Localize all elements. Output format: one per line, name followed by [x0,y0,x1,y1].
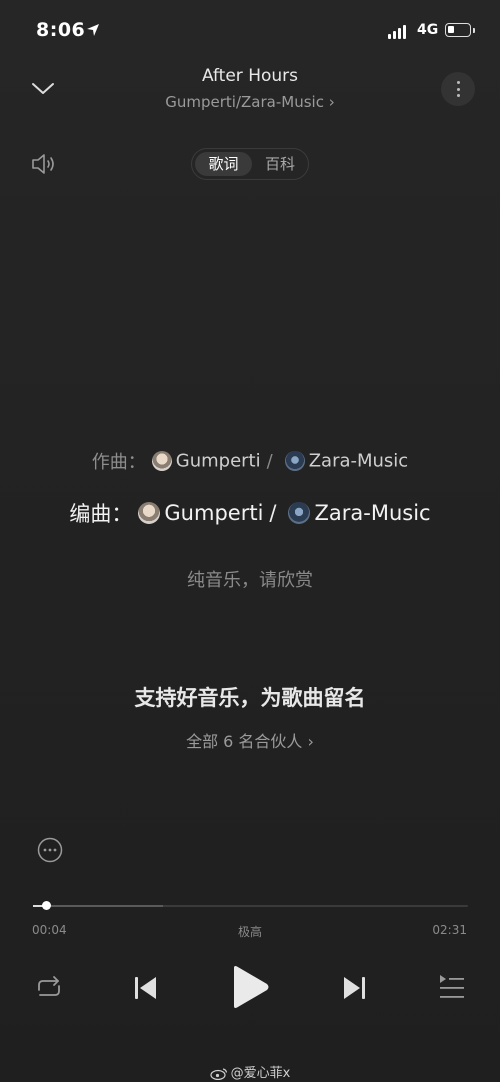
playlist-icon[interactable] [438,973,466,1003]
artist-chevron-icon: › [328,93,335,111]
status-bar: 8:06 4G [0,0,500,64]
weibo-icon [210,1068,227,1080]
player-header: After Hours Gumperti/Zara-Music › [0,60,500,120]
tab-lyrics[interactable]: 歌词 [195,152,252,176]
avatar[interactable] [288,502,311,524]
quality-button[interactable]: 极高 [0,923,500,940]
artist-link[interactable]: Gumperti/Zara-Music › [0,93,500,111]
composer-name-1[interactable]: Gumperti [176,451,261,472]
speaker-icon[interactable] [31,152,59,176]
next-icon[interactable] [341,974,367,1002]
avatar[interactable] [138,502,161,524]
status-time: 8:06 [36,19,86,41]
player-screen: 8:06 4G After Hours Gumperti/Zara-Music … [0,0,500,1082]
arranger-credit: 编曲： Gumperti / Zara-Music [0,498,500,528]
battery-icon [445,23,475,37]
composer-credit: 作曲： Gumperti / Zara-Music [0,448,500,474]
credit-separator: / [269,501,277,525]
arranger-label: 编曲： [69,502,133,526]
buffer-bar [33,905,163,907]
avatar[interactable] [151,451,172,471]
progress-knob[interactable] [41,901,51,910]
composer-name-2[interactable]: Zara-Music [309,451,409,472]
composer-label: 作曲： [91,452,146,473]
quality-label: 极高 [237,925,262,939]
partners-link[interactable]: 全部 6 名合伙人 › [0,728,500,752]
comment-icon[interactable] [37,837,63,863]
arranger-name-1[interactable]: Gumperti [164,501,263,525]
more-options-button[interactable] [441,72,475,106]
location-arrow-icon [87,24,99,36]
watermark: @爱心菲x [0,1062,500,1081]
artist-name: Gumperti/Zara-Music [165,93,324,111]
tab-wiki[interactable]: 百科 [254,152,306,176]
arranger-name-2[interactable]: Zara-Music [314,501,430,525]
lyrics-wiki-switch: 歌词 百科 [191,148,309,180]
network-type: 4G [417,22,439,38]
song-title: After Hours [201,66,299,86]
total-time: 02:31 [432,923,467,937]
previous-icon[interactable] [133,974,159,1002]
watermark-text: @爱心菲x [230,1066,291,1081]
pure-music-text: 纯音乐，请欣赏 [187,570,313,591]
play-icon[interactable] [229,963,271,1011]
credit-separator: / [266,450,273,472]
repeat-icon[interactable] [33,974,65,1002]
progress-slider[interactable] [33,901,468,910]
support-heading: 支持好音乐，为歌曲留名 [134,686,366,710]
avatar[interactable] [284,451,305,471]
